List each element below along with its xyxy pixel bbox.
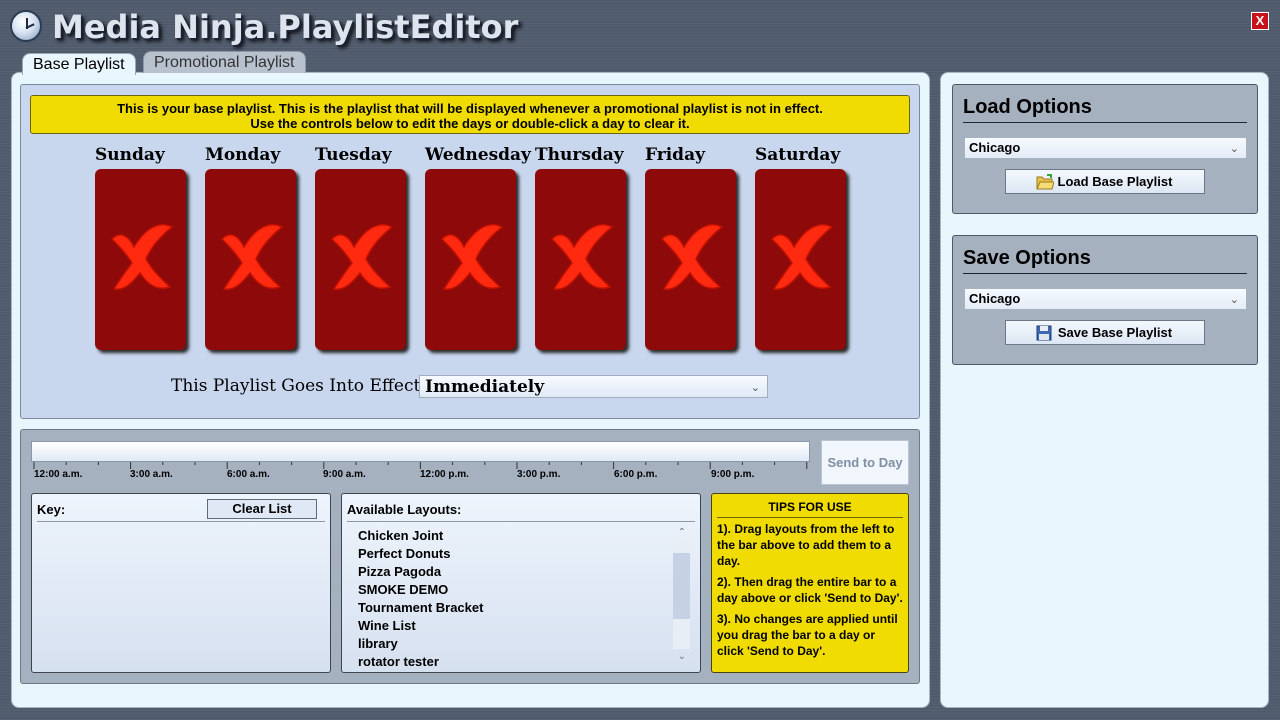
layout-list-item[interactable]: Chicken Joint: [358, 528, 443, 543]
tips-divider: [717, 517, 903, 518]
empty-x-icon: [660, 224, 724, 291]
timeline-label: 12:00 p.m.: [420, 469, 469, 480]
layouts-scrollbar-thumb[interactable]: [673, 553, 690, 619]
day-card-saturday[interactable]: [755, 169, 846, 350]
save-location-value: Chicago: [969, 291, 1021, 306]
timeline-label: 6:00 a.m.: [227, 469, 270, 480]
timeline-label: 9:00 a.m.: [323, 469, 366, 480]
layouts-divider: [347, 521, 695, 522]
layout-list-item[interactable]: Pizza Pagoda: [358, 564, 441, 579]
layout-list-item[interactable]: Wine List: [358, 618, 416, 633]
layout-list-item[interactable]: rotator tester: [358, 654, 439, 669]
scroll-up-icon[interactable]: ⌃: [675, 527, 689, 539]
layout-list-item[interactable]: Perfect Donuts: [358, 546, 450, 561]
tip-2: 2). Then drag the entire bar to a day ab…: [717, 575, 903, 605]
clock-icon: [10, 10, 42, 42]
floppy-disk-icon: [1036, 325, 1052, 341]
timeline-label: 9:00 p.m.: [711, 469, 755, 480]
tab-base-playlist[interactable]: Base Playlist: [22, 53, 136, 75]
save-base-playlist-button[interactable]: Save Base Playlist: [1005, 320, 1205, 345]
day-label-monday: Monday: [205, 145, 281, 165]
empty-x-icon: [550, 224, 614, 291]
save-button-label: Save Base Playlist: [1057, 325, 1173, 340]
empty-x-icon: [330, 224, 394, 291]
layout-list-item[interactable]: Tournament Bracket: [358, 600, 483, 615]
timeline-label: 12:00 a.m.: [34, 469, 83, 480]
timeline-label: 3:00 a.m.: [130, 469, 173, 480]
tab-promotional-playlist[interactable]: Promotional Playlist: [143, 51, 306, 73]
timeline-label: 6:00 p.m.: [614, 469, 658, 480]
load-base-playlist-button[interactable]: Load Base Playlist: [1005, 169, 1205, 194]
day-card-monday[interactable]: [205, 169, 296, 350]
save-location-select[interactable]: Chicago ⌄: [964, 288, 1247, 310]
tip-1: 1). Drag layouts from the left to the ba…: [717, 522, 895, 568]
scroll-down-icon[interactable]: ⌄: [675, 651, 689, 663]
key-title: Key:: [37, 502, 66, 517]
day-card-friday[interactable]: [645, 169, 736, 350]
layout-list-item[interactable]: library: [358, 636, 398, 651]
day-label-thursday: Thursday: [535, 145, 624, 165]
chevron-down-icon: ⌄: [750, 381, 760, 394]
chevron-down-icon: ⌄: [1229, 293, 1239, 306]
empty-x-icon: [220, 224, 284, 291]
effect-label: This Playlist Goes Into Effect:: [171, 376, 427, 396]
day-card-wednesday[interactable]: [425, 169, 516, 350]
empty-x-icon: [770, 224, 834, 291]
load-options-title: Load Options: [963, 96, 1092, 118]
key-divider: [37, 521, 325, 522]
load-options-divider: [963, 122, 1247, 123]
load-location-value: Chicago: [969, 140, 1021, 155]
app-title: Media Ninja.PlaylistEditor: [52, 8, 519, 46]
day-card-tuesday[interactable]: [315, 169, 406, 350]
close-button[interactable]: X: [1251, 12, 1269, 30]
effect-select-value: Immediately: [425, 377, 545, 397]
tips-title: TIPS FOR USE: [768, 500, 852, 514]
clear-list-button[interactable]: Clear List: [207, 499, 317, 519]
folder-icon: [1036, 174, 1054, 190]
timeline-bar[interactable]: [31, 441, 810, 462]
key-box: [31, 493, 331, 673]
chevron-down-icon: ⌄: [1229, 142, 1239, 155]
day-label-wednesday: Wednesday: [425, 145, 531, 165]
available-layouts-title: Available Layouts:: [347, 502, 462, 517]
day-card-sunday[interactable]: [95, 169, 186, 350]
tip-3: 3). No changes are applied until you dra…: [717, 612, 898, 658]
info-banner: This is your base playlist. This is the …: [30, 95, 910, 134]
timeline-label: 3:00 p.m.: [517, 469, 561, 480]
day-label-friday: Friday: [645, 145, 705, 165]
save-options-divider: [963, 273, 1247, 274]
banner-line-1: This is your base playlist. This is the …: [117, 101, 823, 116]
effect-select[interactable]: Immediately ⌄: [419, 375, 768, 398]
layout-list-item[interactable]: SMOKE DEMO: [358, 582, 448, 597]
day-card-thursday[interactable]: [535, 169, 626, 350]
banner-line-2: Use the controls below to edit the days …: [250, 116, 690, 131]
empty-x-icon: [110, 224, 174, 291]
day-label-saturday: Saturday: [755, 145, 841, 165]
save-options-title: Save Options: [963, 247, 1091, 269]
load-location-select[interactable]: Chicago ⌄: [964, 137, 1247, 159]
day-label-sunday: Sunday: [95, 145, 165, 165]
load-button-label: Load Base Playlist: [1057, 174, 1173, 189]
send-to-day-button[interactable]: Send to Day: [821, 440, 909, 485]
day-label-tuesday: Tuesday: [315, 145, 392, 165]
empty-x-icon: [440, 224, 504, 291]
